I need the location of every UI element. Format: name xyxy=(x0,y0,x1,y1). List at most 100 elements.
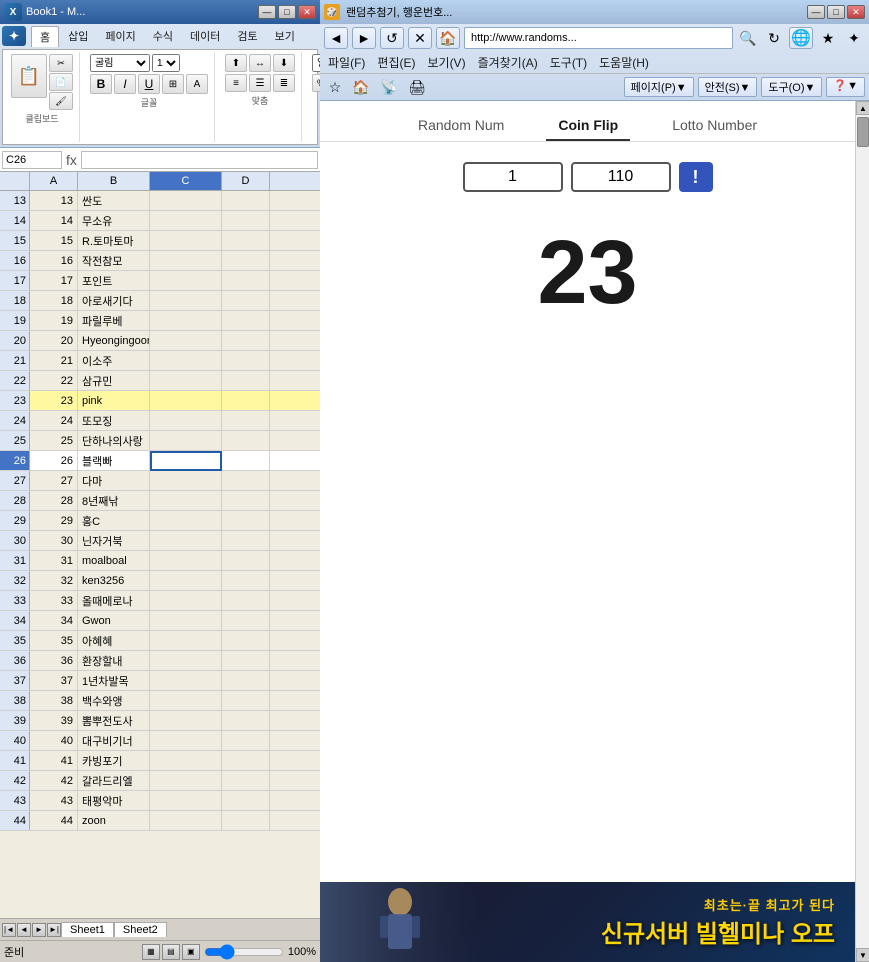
cell-d[interactable] xyxy=(222,451,270,471)
cell-b[interactable]: Gwon xyxy=(78,611,150,631)
table-row[interactable]: 1717포인트 xyxy=(0,271,320,291)
cell-b[interactable]: ken3256 xyxy=(78,571,150,591)
cell-b[interactable]: 삼규민 xyxy=(78,371,150,391)
cell-b[interactable]: 올때메로나 xyxy=(78,591,150,611)
search-icon[interactable]: 🔍 xyxy=(737,27,759,49)
cell-b[interactable]: moalboal xyxy=(78,551,150,571)
align-bottom-btn[interactable]: ⬇ xyxy=(273,54,295,72)
cell-a[interactable]: 29 xyxy=(30,511,78,531)
cell-b[interactable]: Hyeongingoon xyxy=(78,331,150,351)
table-row[interactable]: 1919파릴루베 xyxy=(0,311,320,331)
browser-scrollbar[interactable]: ▲ ▼ xyxy=(855,101,869,962)
cell-c[interactable] xyxy=(150,411,222,431)
rng-go-button[interactable]: ! xyxy=(679,162,713,192)
cell-a[interactable]: 23 xyxy=(30,391,78,411)
tab-coin-flip[interactable]: Coin Flip xyxy=(546,111,630,141)
cell-b[interactable]: 작전참모 xyxy=(78,251,150,271)
cell-b[interactable]: 백수와앵 xyxy=(78,691,150,711)
cell-b[interactable]: 단하나의사랑 xyxy=(78,431,150,451)
cell-d[interactable] xyxy=(222,231,270,251)
menu-favorites[interactable]: 즐겨찾기(A) xyxy=(478,54,538,71)
cell-a[interactable]: 40 xyxy=(30,731,78,751)
format-paint-btn[interactable]: 🖌 xyxy=(49,92,73,110)
cell-b[interactable]: 싼도 xyxy=(78,191,150,211)
table-row[interactable]: 4444zoon xyxy=(0,811,320,831)
menu-file[interactable]: 파일(F) xyxy=(328,54,365,71)
cell-c[interactable] xyxy=(150,431,222,451)
cell-a[interactable]: 21 xyxy=(30,351,78,371)
cell-c[interactable] xyxy=(150,271,222,291)
page-btn[interactable]: 페이지(P)▼ xyxy=(624,77,694,97)
table-row[interactable]: 2727다마 xyxy=(0,471,320,491)
tab-formula[interactable]: 수식 xyxy=(145,26,181,47)
ad-banner[interactable]: 최초는·끝 최고가 된다 신규서버 빌헬미나 오프 xyxy=(320,882,855,962)
cell-d[interactable] xyxy=(222,711,270,731)
cell-d[interactable] xyxy=(222,551,270,571)
cell-b[interactable]: 블랙빠 xyxy=(78,451,150,471)
browser-close-btn[interactable]: ✕ xyxy=(847,5,865,19)
menu-view[interactable]: 보기(V) xyxy=(427,54,465,71)
cell-b[interactable]: 아로새기다 xyxy=(78,291,150,311)
cut-btn[interactable]: ✂ xyxy=(49,54,73,72)
cell-c[interactable] xyxy=(150,591,222,611)
cell-d[interactable] xyxy=(222,331,270,351)
col-header-c[interactable]: C xyxy=(150,172,222,190)
cell-a[interactable]: 18 xyxy=(30,291,78,311)
cell-b[interactable]: R.토마토마 xyxy=(78,231,150,251)
cell-c[interactable] xyxy=(150,311,222,331)
cell-a[interactable]: 20 xyxy=(30,331,78,351)
rng-min-input[interactable] xyxy=(463,162,563,192)
cell-d[interactable] xyxy=(222,431,270,451)
cell-d[interactable] xyxy=(222,391,270,411)
cell-a[interactable]: 19 xyxy=(30,311,78,331)
cell-c[interactable] xyxy=(150,711,222,731)
cell-c[interactable] xyxy=(150,531,222,551)
cell-a[interactable]: 37 xyxy=(30,671,78,691)
cell-c[interactable] xyxy=(150,191,222,211)
tab-view[interactable]: 보기 xyxy=(267,26,303,47)
safety-btn[interactable]: 안전(S)▼ xyxy=(698,77,758,97)
copy-btn[interactable]: 📄 xyxy=(49,73,73,91)
cell-b[interactable]: 닌자거북 xyxy=(78,531,150,551)
align-left-btn[interactable]: ≡ xyxy=(225,74,247,92)
cell-d[interactable] xyxy=(222,531,270,551)
cell-a[interactable]: 14 xyxy=(30,211,78,231)
align-center-btn[interactable]: ☰ xyxy=(249,74,271,92)
cell-a[interactable]: 44 xyxy=(30,811,78,831)
zoom-slider[interactable] xyxy=(204,946,284,958)
cell-a[interactable]: 34 xyxy=(30,611,78,631)
stop-btn[interactable]: ✕ xyxy=(408,27,432,49)
bold-btn[interactable]: B xyxy=(90,74,112,94)
table-row[interactable]: 28288년째낚 xyxy=(0,491,320,511)
cell-d[interactable] xyxy=(222,471,270,491)
font-family-select[interactable]: 굴림 xyxy=(90,54,150,72)
cell-b[interactable]: 갈라드리엘 xyxy=(78,771,150,791)
rng-max-input[interactable] xyxy=(571,162,671,192)
table-row[interactable]: 1818아로새기다 xyxy=(0,291,320,311)
cell-d[interactable] xyxy=(222,571,270,591)
cell-d[interactable] xyxy=(222,291,270,311)
cell-d[interactable] xyxy=(222,611,270,631)
cell-c[interactable] xyxy=(150,371,222,391)
cell-d[interactable] xyxy=(222,371,270,391)
cell-d[interactable] xyxy=(222,731,270,751)
cell-b[interactable]: 이소주 xyxy=(78,351,150,371)
cell-d[interactable] xyxy=(222,691,270,711)
favorites-icon[interactable]: ★ xyxy=(817,27,839,49)
col-header-d[interactable]: D xyxy=(222,172,270,190)
table-row[interactable]: 2525단하나의사랑 xyxy=(0,431,320,451)
table-row[interactable]: 2424또모징 xyxy=(0,411,320,431)
cell-b[interactable]: 홍C xyxy=(78,511,150,531)
cell-b[interactable]: 무소유 xyxy=(78,211,150,231)
normal-view-btn[interactable]: ▦ xyxy=(142,944,160,960)
tab-lotto-number[interactable]: Lotto Number xyxy=(660,111,769,141)
cell-b[interactable]: 태평악마 xyxy=(78,791,150,811)
cell-c[interactable] xyxy=(150,331,222,351)
tab-page[interactable]: 페이지 xyxy=(97,26,143,47)
table-row[interactable]: 4242갈라드리엘 xyxy=(0,771,320,791)
tab-random-num[interactable]: Random Num xyxy=(406,111,516,141)
cell-c[interactable] xyxy=(150,511,222,531)
table-row[interactable]: 2121이소주 xyxy=(0,351,320,371)
scroll-track[interactable] xyxy=(856,115,869,948)
table-row[interactable]: 1414무소유 xyxy=(0,211,320,231)
